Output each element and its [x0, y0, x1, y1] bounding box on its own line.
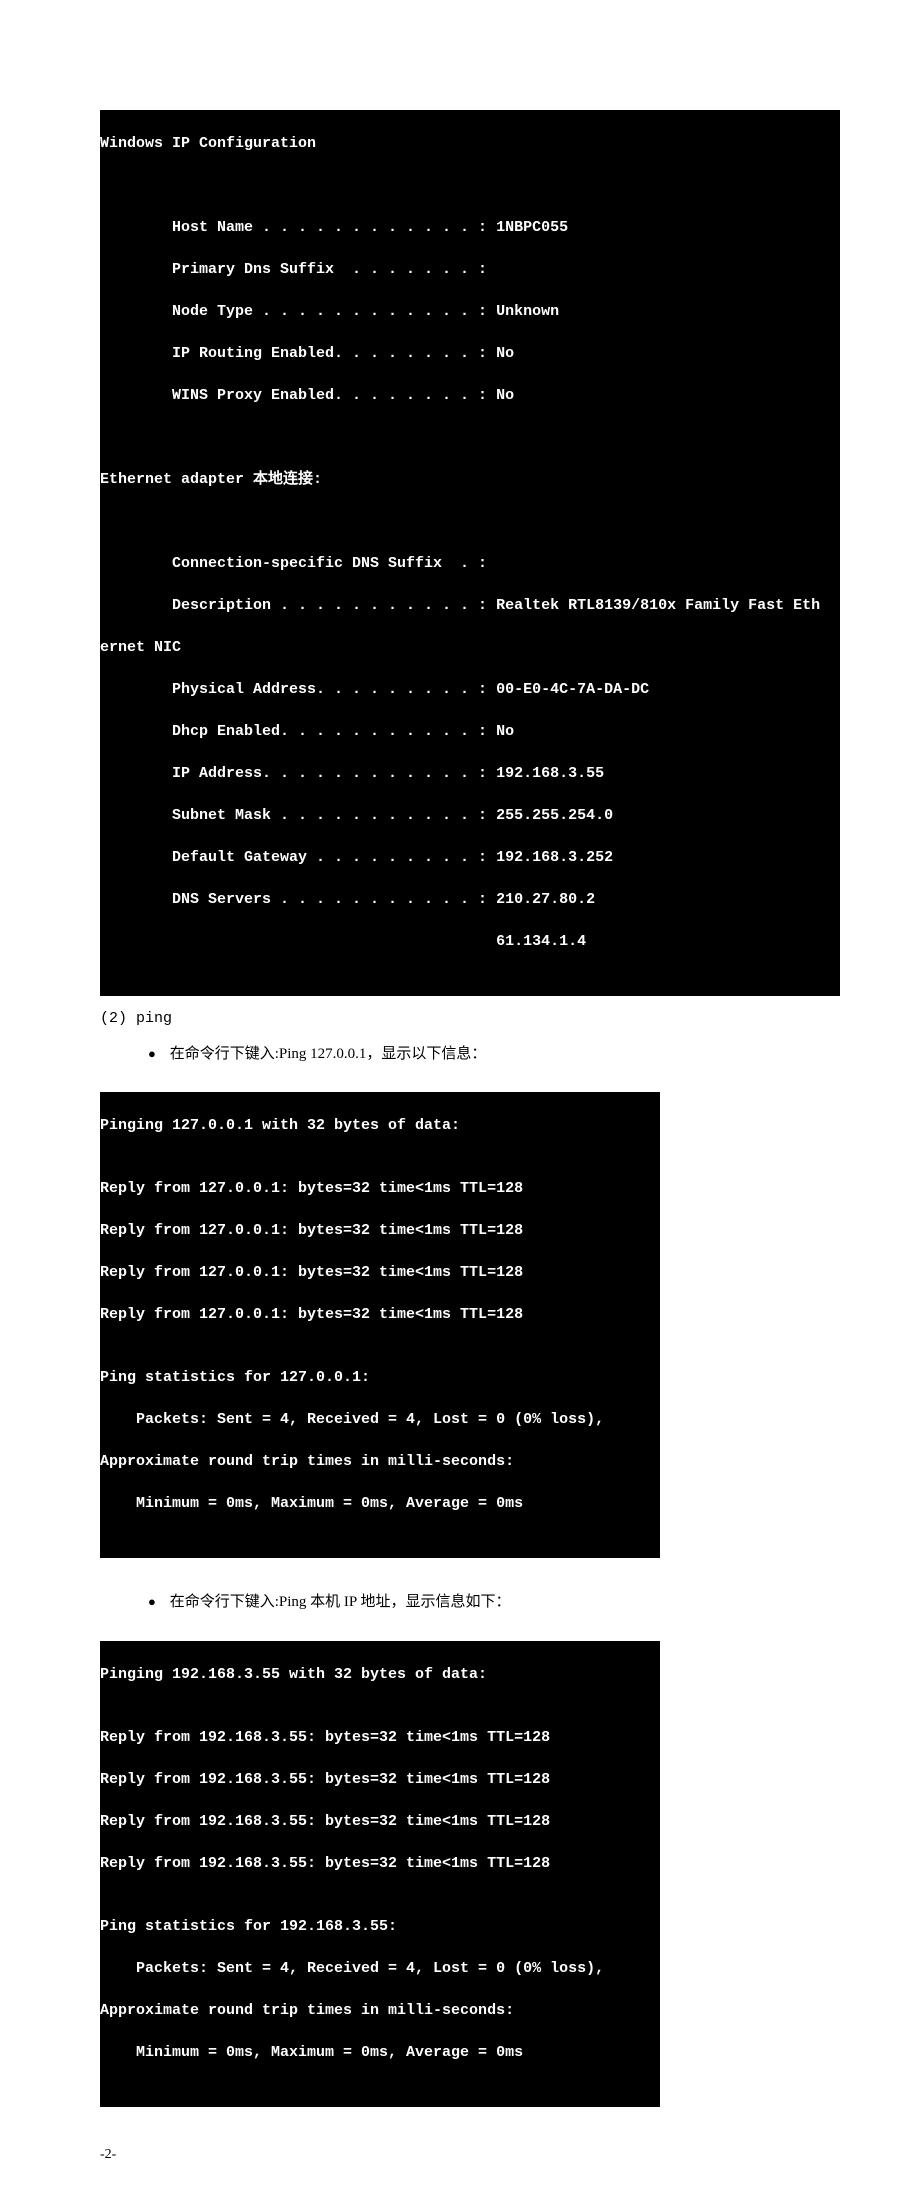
ping2-stats-header: Ping statistics for 192.168.3.55:	[100, 1916, 660, 1937]
ping2-reply-3: Reply from 192.168.3.55: bytes=32 time<1…	[100, 1811, 660, 1832]
ipconfig-ip-address: IP Address. . . . . . . . . . . . : 192.…	[100, 763, 840, 784]
ping2-packets: Packets: Sent = 4, Received = 4, Lost = …	[100, 1958, 660, 1979]
ping2-reply-2: Reply from 192.168.3.55: bytes=32 time<1…	[100, 1769, 660, 1790]
terminal-ping-loopback: Pinging 127.0.0.1 with 32 bytes of data:…	[100, 1092, 660, 1558]
ipconfig-header: Windows IP Configuration	[100, 133, 840, 154]
ping1-reply-2: Reply from 127.0.0.1: bytes=32 time<1ms …	[100, 1220, 660, 1241]
ipconfig-dns-suffix: Primary Dns Suffix . . . . . . . :	[100, 259, 840, 280]
ipconfig-description-wrap: ernet NIC	[100, 637, 840, 658]
section-2-heading: (2) ping	[100, 1004, 820, 1034]
ping1-stats-header: Ping statistics for 127.0.0.1:	[100, 1367, 660, 1388]
blank-line	[100, 175, 840, 196]
bullet-item-2: ● 在命令行下键入:Ping 本机 IP 地址，显示信息如下：	[148, 1588, 820, 1617]
ipconfig-dns-server-2: 61.134.1.4	[100, 931, 840, 952]
bullet-1-text: 在命令行下键入:Ping 127.0.0.1，显示以下信息：	[170, 1046, 487, 1062]
bullet-2-text: 在命令行下键入:Ping 本机 IP 地址，显示信息如下：	[170, 1594, 511, 1610]
ping2-header: Pinging 192.168.3.55 with 32 bytes of da…	[100, 1664, 660, 1685]
ping1-reply-1: Reply from 127.0.0.1: bytes=32 time<1ms …	[100, 1178, 660, 1199]
ipconfig-host-name: Host Name . . . . . . . . . . . . : 1NBP…	[100, 217, 840, 238]
ping1-rtt-values: Minimum = 0ms, Maximum = 0ms, Average = …	[100, 1493, 660, 1514]
ping1-packets: Packets: Sent = 4, Received = 4, Lost = …	[100, 1409, 660, 1430]
ipconfig-default-gateway: Default Gateway . . . . . . . . . : 192.…	[100, 847, 840, 868]
bullet-icon: ●	[148, 1042, 166, 1067]
ipconfig-physical-address: Physical Address. . . . . . . . . : 00-E…	[100, 679, 840, 700]
page-number: -2-	[100, 2147, 820, 2163]
ping1-rtt-header: Approximate round trip times in milli-se…	[100, 1451, 660, 1472]
blank-line	[100, 511, 840, 532]
terminal-ping-local-ip: Pinging 192.168.3.55 with 32 bytes of da…	[100, 1641, 660, 2107]
ping2-reply-1: Reply from 192.168.3.55: bytes=32 time<1…	[100, 1727, 660, 1748]
ping1-header: Pinging 127.0.0.1 with 32 bytes of data:	[100, 1115, 660, 1136]
terminal-ipconfig: Windows IP Configuration Host Name . . .…	[100, 110, 840, 996]
ping1-reply-3: Reply from 127.0.0.1: bytes=32 time<1ms …	[100, 1262, 660, 1283]
bullet-icon: ●	[148, 1590, 166, 1615]
ping1-reply-4: Reply from 127.0.0.1: bytes=32 time<1ms …	[100, 1304, 660, 1325]
ipconfig-adapter-header: Ethernet adapter 本地连接:	[100, 469, 840, 490]
ipconfig-description: Description . . . . . . . . . . . : Real…	[100, 595, 840, 616]
ipconfig-ip-routing: IP Routing Enabled. . . . . . . . : No	[100, 343, 840, 364]
document-page: Windows IP Configuration Host Name . . .…	[0, 0, 920, 2203]
ipconfig-conn-dns: Connection-specific DNS Suffix . :	[100, 553, 840, 574]
section-2-label: (2) ping	[100, 1010, 172, 1027]
ping2-rtt-values: Minimum = 0ms, Maximum = 0ms, Average = …	[100, 2042, 660, 2063]
ipconfig-subnet-mask: Subnet Mask . . . . . . . . . . . : 255.…	[100, 805, 840, 826]
ping2-rtt-header: Approximate round trip times in milli-se…	[100, 2000, 660, 2021]
ping2-reply-4: Reply from 192.168.3.55: bytes=32 time<1…	[100, 1853, 660, 1874]
bullet-item-1: ● 在命令行下键入:Ping 127.0.0.1，显示以下信息：	[148, 1040, 820, 1069]
ipconfig-wins-proxy: WINS Proxy Enabled. . . . . . . . : No	[100, 385, 840, 406]
ipconfig-dhcp: Dhcp Enabled. . . . . . . . . . . : No	[100, 721, 840, 742]
ipconfig-dns-server-1: DNS Servers . . . . . . . . . . . : 210.…	[100, 889, 840, 910]
ipconfig-node-type: Node Type . . . . . . . . . . . . : Unkn…	[100, 301, 840, 322]
blank-line	[100, 427, 840, 448]
